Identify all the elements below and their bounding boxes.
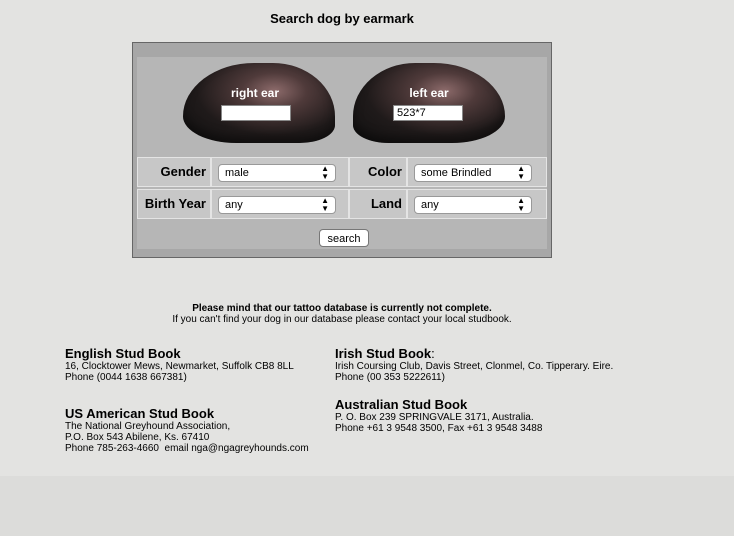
australian-stud-book: Australian Stud Book P. O. Box 239 SPRIN… <box>335 397 542 434</box>
irish-stud-book-title: Irish Stud Book: <box>335 346 613 361</box>
irish-stud-book: Irish Stud Book: Irish Coursing Club, Da… <box>335 346 613 383</box>
color-select-value: some Brindled <box>421 167 492 179</box>
birth-year-select[interactable]: any ▲ ▼ <box>218 196 336 214</box>
irish-stud-book-colon: : <box>431 346 435 361</box>
right-ear-image: right ear <box>183 63 335 143</box>
color-label: Color <box>349 157 407 187</box>
search-panel: right ear left ear Gender male ▲▼ Color … <box>132 42 552 258</box>
left-ear-input[interactable] <box>393 105 463 121</box>
search-panel-inner: right ear left ear Gender male ▲▼ Color … <box>137 57 547 249</box>
american-stud-book: US American Stud Book The National Greyh… <box>65 406 309 454</box>
select-arrows-icon: ▲ ▼ <box>517 164 525 181</box>
australian-stud-book-phone: Phone +61 3 9548 3500, Fax +61 3 9548 34… <box>335 423 543 434</box>
select-arrows-icon: ▲ ▼ <box>517 196 525 213</box>
irish-stud-book-phone: Phone (00 353 5222611) <box>335 372 445 383</box>
irish-stud-book-name: Irish Stud Book <box>335 346 432 361</box>
page-title: Search dog by earmark <box>270 11 414 26</box>
left-ear-label: left ear <box>409 86 449 100</box>
american-stud-book-org: The National Greyhound Association, <box>65 421 231 432</box>
land-label: Land <box>349 189 407 219</box>
birth-year-label: Birth Year <box>137 189 211 219</box>
gender-cell: male ▲ ▼ <box>211 157 349 187</box>
irish-stud-book-address: Irish Coursing Club, Davis Street, Clonm… <box>335 361 614 372</box>
right-ear-label: right ear <box>230 86 279 100</box>
select-arrows-icon: ▲ ▼ <box>321 164 329 181</box>
color-select[interactable]: some Brindled ▲ ▼ <box>414 164 532 182</box>
american-stud-book-contact: Phone 785-263-4660 email nga@ngagreyhoun… <box>65 443 309 454</box>
filter-row-1: Gender male ▲ ▼ Color some Brindled ▲ ▼ <box>137 157 547 187</box>
bottom-band <box>0 476 734 536</box>
database-notice: Please mind that our tattoo database is … <box>0 303 684 325</box>
english-stud-book-address: 16, Clocktower Mews, Newmarket, Suffolk … <box>65 361 294 372</box>
filter-row-2: Birth Year any ▲ ▼ Land any ▲ ▼ <box>137 189 547 219</box>
land-select-value: any <box>421 199 439 211</box>
american-stud-book-address: P.O. Box 543 Abilene, Ks. 67410 <box>65 432 210 443</box>
search-button[interactable]: search <box>319 229 369 247</box>
american-stud-book-name: US American Stud Book <box>65 406 215 421</box>
english-stud-book-phone: Phone (0044 1638 667381) <box>65 372 187 383</box>
select-arrows-icon: ▲ ▼ <box>321 196 329 213</box>
notice-line-1: Please mind that our tattoo database is … <box>192 303 492 314</box>
birth-year-cell: any ▲ ▼ <box>211 189 349 219</box>
english-stud-book: English Stud Book 16, Clocktower Mews, N… <box>65 346 294 383</box>
birth-year-select-value: any <box>225 199 243 211</box>
english-stud-book-name: English Stud Book <box>65 346 181 361</box>
ear-images: right ear left ear <box>137 57 547 157</box>
gender-label: Gender <box>137 157 211 187</box>
left-ear-image: left ear <box>353 63 505 143</box>
notice-line-2: If you can't find your dog in our databa… <box>172 314 512 325</box>
color-cell: some Brindled ▲ ▼ <box>407 157 547 187</box>
australian-stud-book-name: Australian Stud Book <box>335 397 468 412</box>
land-cell: any ▲ ▼ <box>407 189 547 219</box>
land-select[interactable]: any ▲ ▼ <box>414 196 532 214</box>
gender-select-value: male <box>225 167 249 179</box>
gender-select[interactable]: male ▲ ▼ <box>218 164 336 182</box>
right-ear-input[interactable] <box>221 105 291 121</box>
australian-stud-book-address: P. O. Box 239 SPRINGVALE 3171, Australia… <box>335 412 534 423</box>
